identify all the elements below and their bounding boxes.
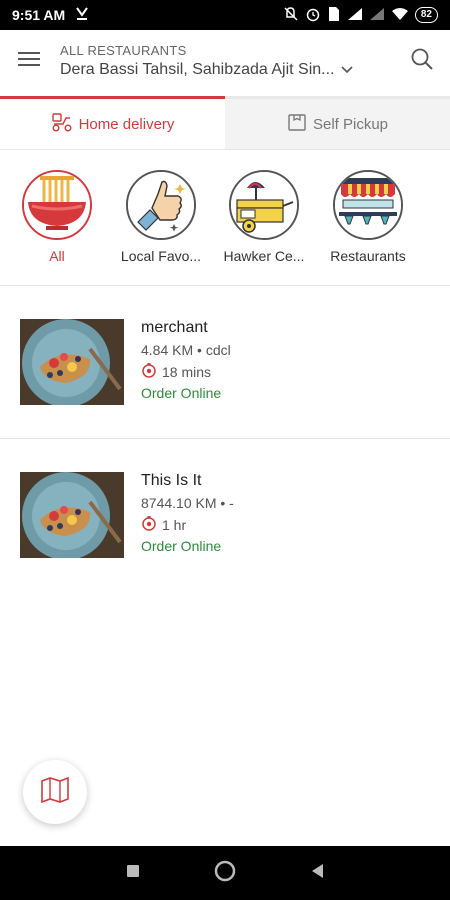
category-hawker-centre[interactable]: Hawker Ce... [214,170,314,264]
category-restaurants[interactable]: Restaurants [318,170,418,264]
search-button[interactable] [394,30,450,92]
divider [0,285,450,286]
signal-icon [347,7,363,24]
recents-icon[interactable] [125,863,141,884]
restaurant-thumbnail [20,319,124,405]
system-nav-bar [0,846,450,900]
category-restaurants-label: Restaurants [330,248,406,264]
tab-home-delivery[interactable]: Home delivery [0,96,225,149]
back-icon[interactable] [309,862,325,885]
restaurant-name: merchant [141,319,208,336]
stopwatch-icon [141,515,157,534]
category-all[interactable]: All [7,170,107,264]
status-bar: 9:51 AM 82 [0,0,450,30]
signal-icon [369,7,385,24]
category-list: All Local Favo... Hawker Ce... Restauran… [0,170,450,270]
storefront-icon [333,170,403,240]
restaurant-eta: 18 mins [162,363,212,380]
category-all-label: All [49,248,65,264]
category-local-favourites[interactable]: Local Favo... [111,170,211,264]
map-icon [40,776,70,808]
location-selector[interactable]: ALL RESTAURANTS Dera Bassi Tahsil, Sahib… [60,43,394,79]
chevron-down-icon [340,61,353,79]
restaurant-distance: 8744.10 KM • - [141,495,234,511]
sim-icon [327,6,341,25]
search-icon [410,47,434,76]
menu-icon [18,50,42,73]
header-label: ALL RESTAURANTS [60,43,187,58]
home-icon[interactable] [213,859,237,888]
download-icon [75,6,89,24]
tab-self-pickup-label: Self Pickup [312,115,389,133]
food-cart-icon [229,170,299,240]
category-hawker-centre-label: Hawker Ce... [223,248,305,264]
order-online-status: Order Online [141,385,222,401]
status-time: 9:51 AM [12,7,66,23]
tab-home-delivery-label: Home delivery [78,115,175,133]
tab-self-pickup[interactable]: Self Pickup [225,96,450,149]
battery-icon: 82 [414,7,438,23]
alarm-icon [305,6,321,25]
app-header: ALL RESTAURANTS Dera Bassi Tahsil, Sahib… [0,30,450,92]
mute-icon [283,6,299,25]
divider [0,438,450,439]
map-view-button[interactable] [23,760,87,824]
noodle-bowl-icon [22,170,92,240]
menu-button[interactable] [0,30,60,92]
thumbs-up-icon [126,170,196,240]
delivery-tabs: Home delivery Self Pickup [0,96,450,150]
category-local-favourites-label: Local Favo... [120,248,202,264]
bag-icon [287,112,307,136]
restaurant-name: This Is It [141,472,202,489]
restaurant-card-this-is-it[interactable]: This Is It 8744.10 KM • - 1 hr Order Onl… [0,472,450,582]
restaurant-eta: 1 hr [162,516,187,533]
restaurant-distance: 4.84 KM • cdcl [141,342,231,358]
stopwatch-icon [141,362,157,381]
restaurant-card-merchant[interactable]: merchant 4.84 KM • cdcl 18 mins Order On… [0,319,450,429]
order-online-status: Order Online [141,538,222,554]
wifi-icon [391,7,409,24]
location-text: Dera Bassi Tahsil, Sahibzada Ajit Sin... [60,61,335,78]
scooter-icon [51,112,73,136]
restaurant-thumbnail [20,472,124,558]
